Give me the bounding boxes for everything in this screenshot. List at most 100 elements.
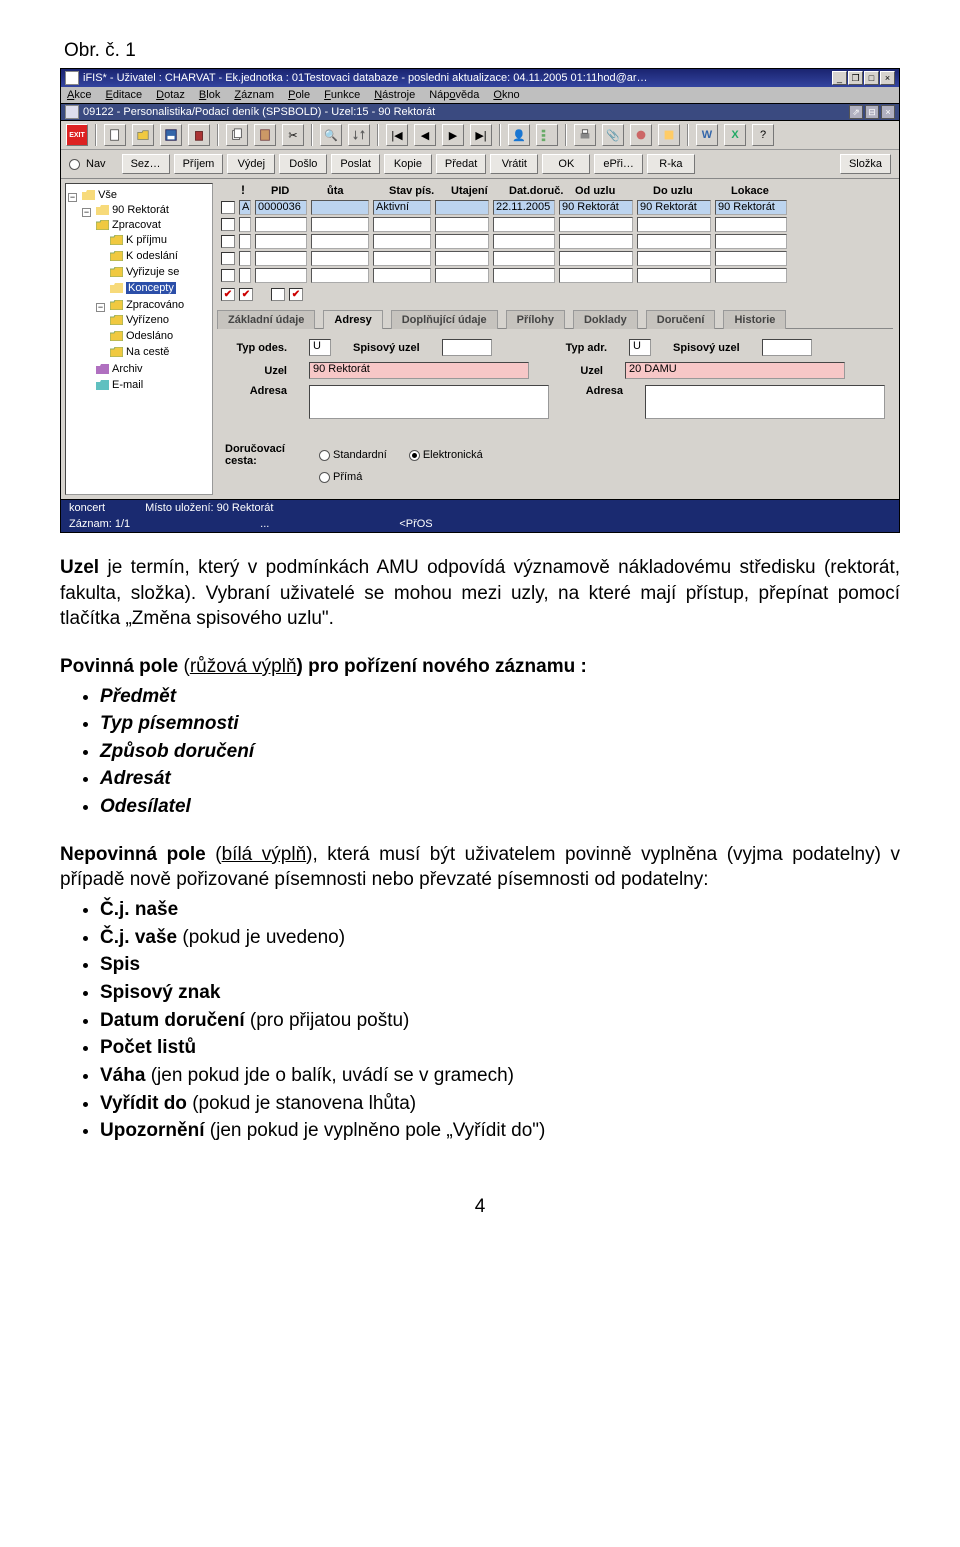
tool-user-icon[interactable]: 👤 [508, 124, 530, 146]
row-check[interactable] [221, 235, 235, 248]
tool-sort-icon[interactable] [348, 124, 370, 146]
tree-item[interactable]: Vyřizuje se [110, 265, 210, 281]
menu-akce[interactable]: Akce [67, 89, 91, 101]
tree-item[interactable]: − Zpracováno Vyřízeno Odesláno Na cestě [96, 298, 210, 362]
tool-prev-icon[interactable]: ◀ [414, 124, 436, 146]
tree-item[interactable]: Koncepty [110, 281, 210, 297]
tool-save-icon[interactable] [160, 124, 182, 146]
sub-tool-1[interactable]: ⇗ [849, 105, 863, 119]
check-toggle[interactable] [271, 288, 285, 301]
tool-paste-icon[interactable] [254, 124, 276, 146]
close-button[interactable]: × [880, 71, 895, 85]
maximize-button[interactable]: □ [864, 71, 879, 85]
tool-help-icon[interactable]: ? [752, 124, 774, 146]
subtab-zakladni[interactable]: Základní údaje [217, 310, 315, 329]
check-toggle[interactable]: ✔ [239, 288, 253, 301]
tab-slozka[interactable]: Složka [840, 154, 891, 174]
menu-funkce[interactable]: Funkce [324, 89, 360, 101]
field-spisuzel-r[interactable] [762, 339, 812, 356]
tool-misc2-icon[interactable] [658, 124, 680, 146]
tool-misc1-icon[interactable] [630, 124, 652, 146]
expander-icon[interactable]: − [68, 193, 77, 202]
tree-item[interactable]: Zpracovat K příjmu K odeslání Vyřizuje s… [96, 218, 210, 298]
tool-tree-icon[interactable] [536, 124, 558, 146]
subtab-prilohy[interactable]: Přílohy [506, 310, 565, 329]
sub-close-button[interactable]: × [881, 105, 895, 119]
tool-cut-icon[interactable]: ✂ [282, 124, 304, 146]
tool-excel-icon[interactable]: X [724, 124, 746, 146]
field-adresa-l[interactable] [309, 385, 549, 419]
tree-item[interactable]: E-mail [96, 378, 210, 394]
row-check[interactable] [221, 201, 235, 214]
tool-first-icon[interactable]: |◀ [386, 124, 408, 146]
tab-vratit[interactable]: Vrátit [490, 154, 538, 174]
subtab-doplnujici[interactable]: Doplňující údaje [391, 310, 498, 329]
expander-icon[interactable]: − [82, 208, 91, 217]
tool-last-icon[interactable]: ▶| [470, 124, 492, 146]
tab-kopie[interactable]: Kopie [384, 154, 432, 174]
tree-item[interactable]: − 90 Rektorát Zpracovat K příjmu K odesl… [82, 203, 210, 395]
table-row[interactable] [217, 250, 893, 267]
tab-doslo[interactable]: Došlo [279, 154, 327, 174]
tree-item[interactable]: K odeslání [110, 249, 210, 265]
nav-radio[interactable] [69, 159, 80, 170]
field-uzel-r[interactable]: 20 DAMU [625, 362, 845, 379]
tab-rka[interactable]: R-ka [647, 154, 695, 174]
tree-item[interactable]: Na cestě [110, 345, 210, 361]
expander-icon[interactable]: − [96, 303, 105, 312]
menu-nastroje[interactable]: Nástroje [374, 89, 415, 101]
subtab-historie[interactable]: Historie [723, 310, 786, 329]
menu-pole[interactable]: Pole [288, 89, 310, 101]
tree-item[interactable]: Odesláno [110, 329, 210, 345]
tree-item[interactable]: − Vše − 90 Rektorát Zpracovat K příjmu [68, 188, 210, 396]
row-check[interactable] [221, 252, 235, 265]
restore-button[interactable]: ❐ [848, 71, 863, 85]
tree-item[interactable]: Vyřízeno [110, 313, 210, 329]
check-toggle[interactable]: ✔ [289, 288, 303, 301]
tab-poslat[interactable]: Poslat [331, 154, 380, 174]
check-toggle[interactable]: ✔ [221, 288, 235, 301]
tab-predat[interactable]: Předat [436, 154, 486, 174]
field-uzel-l[interactable]: 90 Rektorát [309, 362, 529, 379]
menu-dotaz[interactable]: Dotaz [156, 89, 185, 101]
tree-item[interactable]: K příjmu [110, 233, 210, 249]
tool-word-icon[interactable]: W [696, 124, 718, 146]
sub-tool-2[interactable]: ⊟ [865, 105, 879, 119]
subtab-adresy[interactable]: Adresy [323, 310, 382, 329]
table-row[interactable]: A 0000036 Aktivní 22.11.2005 90 Rektorát… [217, 199, 893, 216]
tool-print-icon[interactable] [574, 124, 596, 146]
menu-editace[interactable]: Editace [105, 89, 142, 101]
field-typadr[interactable]: U [629, 339, 651, 356]
tab-ok[interactable]: OK [542, 154, 590, 174]
tool-copy-icon[interactable] [226, 124, 248, 146]
menu-zaznam[interactable]: Záznam [234, 89, 274, 101]
table-row[interactable] [217, 233, 893, 250]
field-spisuzel-l[interactable] [442, 339, 492, 356]
table-row[interactable] [217, 267, 893, 284]
tab-sez[interactable]: Sez… [122, 154, 170, 174]
field-adresa-r[interactable] [645, 385, 885, 419]
menu-blok[interactable]: Blok [199, 89, 220, 101]
exit-button[interactable]: EXIT [66, 124, 88, 146]
radio-standardni[interactable] [319, 450, 330, 461]
tool-attach-icon[interactable]: 📎 [602, 124, 624, 146]
field-typodes[interactable]: U [309, 339, 331, 356]
table-row[interactable] [217, 216, 893, 233]
tool-find-icon[interactable]: 🔍 [320, 124, 342, 146]
row-check[interactable] [221, 269, 235, 282]
tool-delete-icon[interactable] [188, 124, 210, 146]
tree-item[interactable]: Archiv [96, 362, 210, 378]
tab-vydej[interactable]: Výdej [227, 154, 275, 174]
tab-epri[interactable]: ePři… [594, 154, 643, 174]
radio-elektronicka[interactable] [409, 450, 420, 461]
menu-okno[interactable]: Okno [493, 89, 519, 101]
minimize-button[interactable]: _ [832, 71, 847, 85]
tool-open-icon[interactable] [132, 124, 154, 146]
radio-prima[interactable] [319, 472, 330, 483]
subtab-doklady[interactable]: Doklady [573, 310, 638, 329]
tool-new-icon[interactable] [104, 124, 126, 146]
menu-napoveda[interactable]: Nápověda [429, 89, 479, 101]
tool-next-icon[interactable]: ▶ [442, 124, 464, 146]
tab-prijem[interactable]: Příjem [174, 154, 224, 174]
subtab-doruceni[interactable]: Doručení [646, 310, 716, 329]
